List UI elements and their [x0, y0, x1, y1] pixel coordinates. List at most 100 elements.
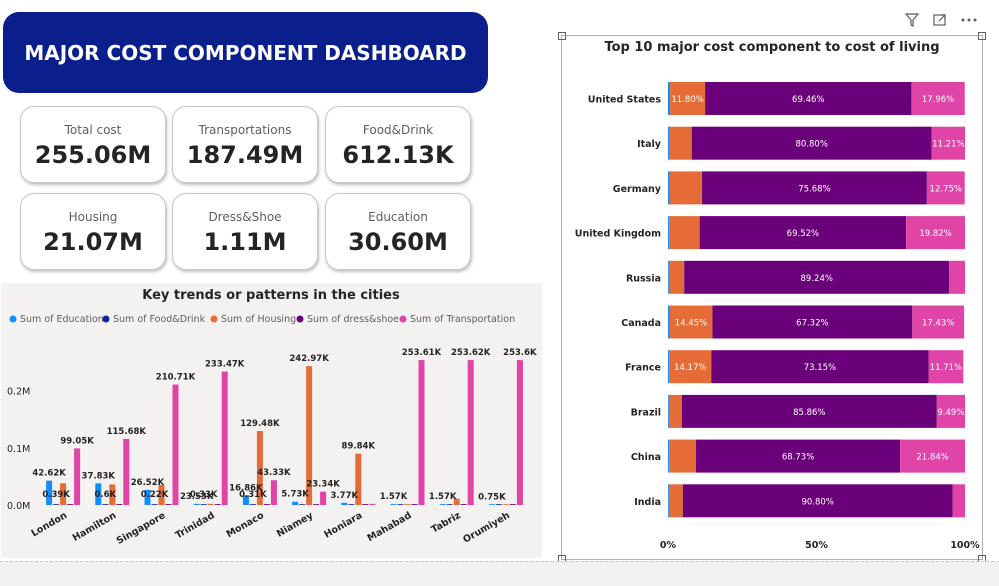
- legend-label: Sum of Housing: [221, 314, 296, 325]
- x-category-label: Singapore: [115, 510, 168, 547]
- resize-handle[interactable]: [558, 32, 566, 40]
- page-footer-band: [0, 561, 999, 586]
- y-category-label: Germany: [613, 184, 662, 195]
- focus-mode-icon[interactable]: [932, 12, 948, 32]
- bar-segment: [668, 216, 670, 250]
- data-label: 43.33K: [257, 468, 291, 478]
- x-category-label: Honiara: [322, 510, 364, 541]
- segment-label: 11.80%: [671, 95, 703, 105]
- segment-label: 19.82%: [919, 229, 951, 239]
- bar: [200, 504, 207, 505]
- data-label: 3.77K: [331, 491, 359, 501]
- bar: [207, 503, 214, 505]
- segment-label: 89.24%: [801, 274, 833, 284]
- x-category-label: Monaco: [225, 510, 267, 540]
- bar: [249, 504, 256, 505]
- bar: [404, 504, 411, 505]
- y-category-label: United States: [588, 95, 662, 106]
- segment-label: 9.49%: [937, 408, 964, 418]
- kpi-card-education[interactable]: Education 30.60M: [325, 193, 471, 270]
- legend-label: Sum of Education: [20, 314, 104, 325]
- x-category-label: Tabriz: [430, 510, 464, 536]
- bar: [151, 504, 158, 505]
- bar-segment: [668, 82, 671, 115]
- bar: [263, 504, 270, 505]
- bar: [193, 503, 200, 505]
- kpi-label: Housing: [68, 210, 118, 224]
- bar: [488, 504, 495, 505]
- bar: [516, 360, 523, 505]
- data-label: 37.83K: [82, 471, 116, 481]
- y-category-label: India: [634, 497, 661, 508]
- bar-segment: [668, 260, 669, 294]
- x-category-label: Trinidad: [174, 510, 217, 541]
- bar: [53, 504, 60, 505]
- bar: [397, 504, 404, 505]
- data-label: 253.61K: [402, 348, 442, 358]
- bar: [172, 384, 179, 505]
- data-label: 0.75K: [478, 493, 506, 503]
- filter-icon[interactable]: [904, 12, 920, 32]
- data-label: 0.6K: [94, 490, 116, 500]
- data-label: 0.22K: [141, 490, 169, 500]
- data-label: 1.57K: [429, 492, 457, 502]
- segment-label: 21.84%: [916, 453, 948, 463]
- segment-label: 75.68%: [798, 184, 830, 194]
- bar: [502, 504, 509, 505]
- bar: [67, 504, 74, 505]
- data-label: 242.97K: [289, 354, 329, 364]
- kpi-card-total-cost[interactable]: Total cost 255.06M: [20, 106, 166, 183]
- kpi-value: 30.60M: [348, 228, 448, 256]
- bar: [348, 504, 355, 505]
- bar-segment: [668, 260, 685, 294]
- data-label: 23.34K: [306, 480, 340, 490]
- bar-segment: [668, 126, 670, 160]
- data-label: 210.71K: [156, 373, 196, 383]
- y-tick-label: 0.2M: [7, 387, 30, 398]
- kpi-card-transportations[interactable]: Transportations 187.49M: [172, 106, 318, 183]
- bar: [362, 504, 369, 505]
- kpi-value: 187.49M: [186, 141, 304, 169]
- x-category-label: Hamilton: [71, 510, 119, 544]
- bar-segment: [669, 216, 700, 250]
- bar: [446, 504, 453, 505]
- bar-segment: [668, 350, 670, 384]
- bar: [369, 503, 376, 505]
- y-category-label: United Kingdom: [575, 229, 661, 240]
- legend-marker: [399, 315, 407, 323]
- segment-label: 17.43%: [922, 319, 954, 329]
- bar: [341, 502, 348, 505]
- bar: [270, 480, 277, 505]
- y-category-label: China: [631, 452, 661, 463]
- segment-label: 11.71%: [930, 363, 962, 373]
- bar: [467, 360, 474, 505]
- city-trends-chart[interactable]: Key trends or patterns in the cities Sum…: [1, 283, 542, 558]
- bar: [299, 504, 306, 505]
- bar-segment: [668, 439, 670, 473]
- kpi-card-food-drink[interactable]: Food&Drink 612.13K: [325, 106, 471, 183]
- data-label: 26.52K: [131, 478, 165, 488]
- kpi-value: 612.13K: [342, 141, 454, 169]
- segment-label: 85.86%: [793, 408, 825, 418]
- segment-label: 68.73%: [782, 453, 814, 463]
- bar: [411, 504, 418, 505]
- segment-label: 17.96%: [922, 95, 954, 105]
- data-label: 42.62K: [32, 469, 66, 479]
- segment-label: 73.15%: [804, 363, 836, 373]
- x-category-label: Orumiyeh: [461, 510, 512, 546]
- y-category-label: Russia: [626, 273, 661, 284]
- bar: [418, 360, 425, 505]
- data-label: 5.73K: [281, 490, 309, 500]
- kpi-label: Total cost: [64, 123, 122, 137]
- kpi-card-dress-shoe[interactable]: Dress&Shoe 1.11M: [172, 193, 318, 270]
- top10-cost-chart[interactable]: Top 10 major cost component to cost of l…: [558, 32, 986, 563]
- more-options-icon[interactable]: [960, 12, 978, 32]
- legend-label: Sum of Food&Drink: [113, 314, 206, 325]
- bar: [509, 504, 516, 505]
- legend-marker: [210, 315, 218, 323]
- y-category-label: France: [625, 363, 661, 374]
- segment-label: 12.75%: [930, 184, 962, 194]
- kpi-card-housing[interactable]: Housing 21.07M: [20, 193, 166, 270]
- chart-title: Key trends or patterns in the cities: [142, 288, 400, 303]
- resize-handle[interactable]: [978, 32, 986, 40]
